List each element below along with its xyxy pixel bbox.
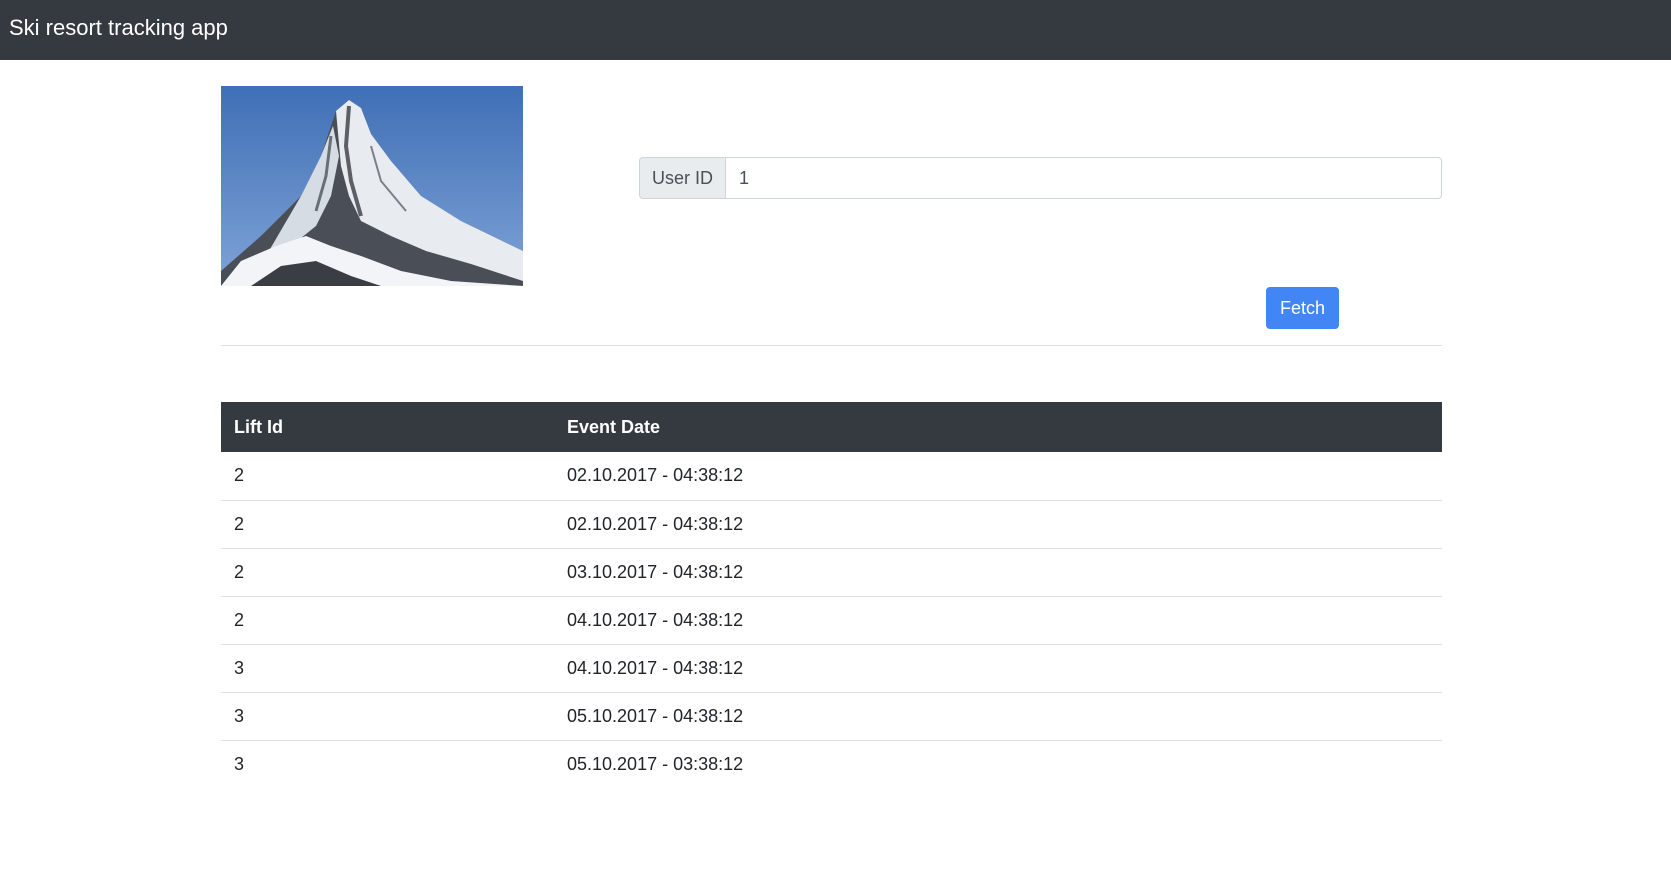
fetch-button[interactable]: Fetch <box>1266 287 1339 329</box>
table-header-row: Lift Id Event Date <box>221 402 1442 452</box>
divider <box>221 345 1442 346</box>
event-date-cell: 05.10.2017 - 03:38:12 <box>554 739 1442 788</box>
lift-id-cell: 3 <box>221 739 554 788</box>
lift-id-cell: 3 <box>221 691 554 740</box>
table-row: 2 03.10.2017 - 04:38:12 <box>221 547 1442 596</box>
lift-id-cell: 3 <box>221 643 554 692</box>
user-id-input[interactable] <box>726 157 1442 199</box>
event-date-cell: 05.10.2017 - 04:38:12 <box>554 691 1442 740</box>
event-date-cell: 02.10.2017 - 04:38:12 <box>567 465 744 486</box>
event-date-cell: 04.10.2017 - 04:38:12 <box>554 643 1442 692</box>
table-row: 3 05.10.2017 - 04:38:12 <box>221 691 1442 740</box>
column-header-lift-id: Lift Id <box>221 402 554 452</box>
lift-id-cell: 2 <box>221 595 554 644</box>
event-date-cell: 02.10.2017 - 04:38:12 <box>554 499 1442 548</box>
lift-id-cell: 2 <box>221 547 554 596</box>
event-date-cell: 03.10.2017 - 04:38:12 <box>554 547 1442 596</box>
event-date-cell: 04.10.2017 - 04:38:12 <box>554 595 1442 644</box>
table-row: 2 02.10.2017 - 04:38:12 <box>221 499 1442 548</box>
mountain-image <box>221 86 523 286</box>
navbar: Ski resort tracking app <box>0 0 1671 60</box>
table-row: 2 02.10.2017 - 04:38:12 <box>221 452 1442 500</box>
events-table: Lift Id Event Date 2 02.10.2017 - 04:38:… <box>221 402 1442 788</box>
lift-id-cell: 2 <box>234 465 245 486</box>
table-row: 2 04.10.2017 - 04:38:12 <box>221 595 1442 644</box>
user-id-input-group: User ID <box>639 157 1442 199</box>
lift-id-cell: 2 <box>221 499 554 548</box>
user-id-label: User ID <box>639 157 726 199</box>
app-title[interactable]: Ski resort tracking app <box>9 15 228 41</box>
table-row: 3 05.10.2017 - 03:38:12 <box>221 739 1442 788</box>
table-row: 3 04.10.2017 - 04:38:12 <box>221 643 1442 692</box>
column-header-event-date: Event Date <box>554 402 1442 452</box>
